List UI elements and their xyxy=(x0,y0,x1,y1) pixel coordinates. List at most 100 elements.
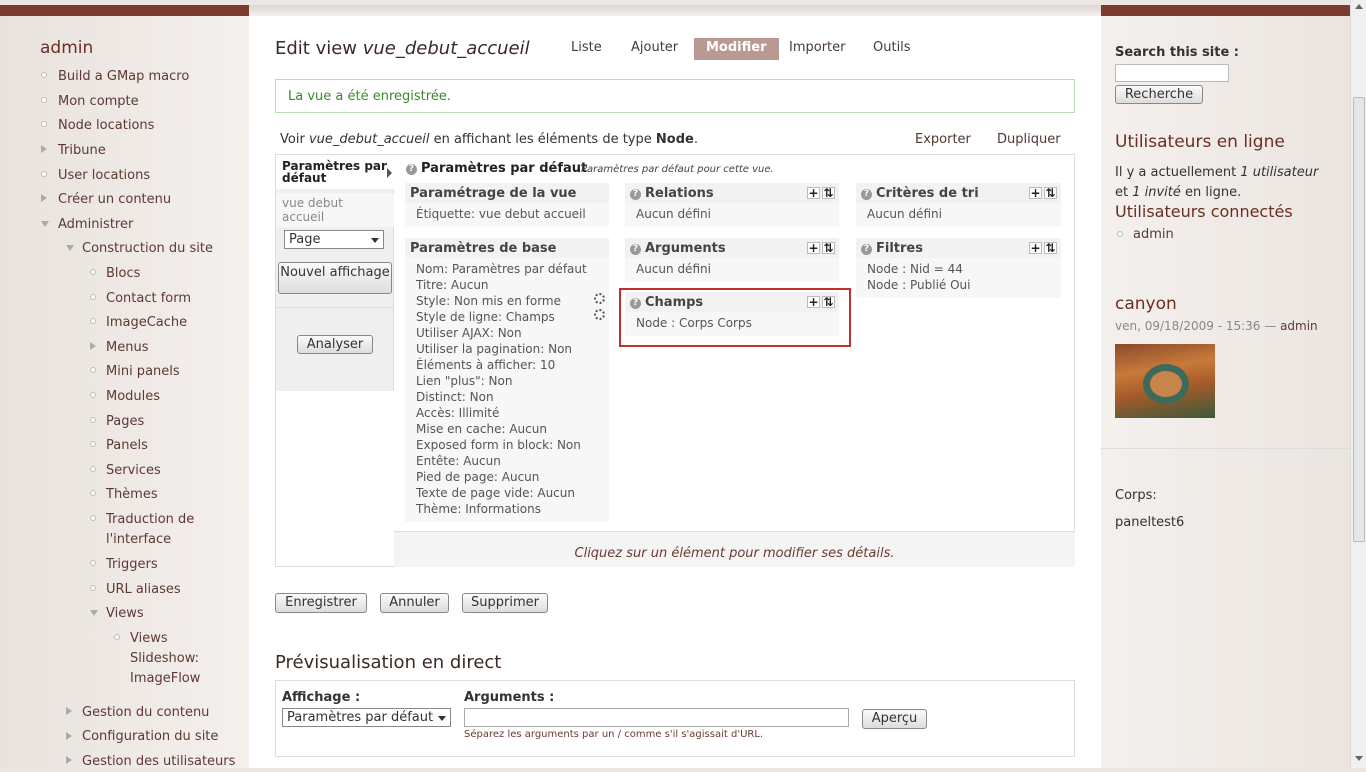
preview-button[interactable]: Aperçu xyxy=(862,709,927,729)
scroll-thumb[interactable] xyxy=(1353,97,1365,542)
sidebar-item-views-slideshow[interactable]: Views Slideshow: ImageFlow xyxy=(130,629,212,689)
add-icon[interactable]: + xyxy=(1029,242,1042,254)
setting-line[interactable]: Utiliser AJAX: Non xyxy=(416,325,598,341)
sidebar-item-menus[interactable]: Menus xyxy=(106,338,148,358)
bullet-icon xyxy=(114,634,120,640)
search-input[interactable] xyxy=(1115,64,1229,82)
sidebar-item-contact-form[interactable]: Contact form xyxy=(106,289,191,309)
delete-button[interactable]: Supprimer xyxy=(462,593,548,613)
scroll-down-icon[interactable] xyxy=(1355,756,1363,761)
sidebar-item-gestion-contenu[interactable]: Gestion du contenu xyxy=(82,703,209,723)
rearrange-icon[interactable]: ⇅ xyxy=(822,296,835,308)
online-users-count: 1 utilisateur xyxy=(1240,165,1319,180)
preview-args-input[interactable] xyxy=(464,708,849,727)
setting-line[interactable]: Texte de page vide: Aucun xyxy=(416,485,598,501)
sidebar-item-construction-du-site[interactable]: Construction du site xyxy=(82,239,213,259)
setting-line[interactable]: Nom: Paramètres par défaut xyxy=(416,261,598,277)
tab-modifier[interactable]: Modifier xyxy=(694,38,779,60)
sidebar-item-creer-contenu[interactable]: Créer un contenu xyxy=(58,190,171,210)
rearrange-icon[interactable]: ⇅ xyxy=(1044,242,1057,254)
sidebar-item-administrer[interactable]: Administrer xyxy=(58,215,133,235)
sidebar-item-gestion-utilisateurs[interactable]: Gestion des utilisateurs xyxy=(82,752,235,772)
display-tab-default[interactable]: Paramètres par défaut xyxy=(276,155,394,189)
sidebar-title: admin xyxy=(40,38,94,58)
bullet-icon xyxy=(90,441,96,447)
add-icon[interactable]: + xyxy=(807,296,820,308)
setting-line[interactable]: Node : Publié Oui xyxy=(867,277,1050,293)
canyon-image[interactable] xyxy=(1115,344,1215,418)
analyze-button[interactable]: Analyser xyxy=(297,335,373,354)
sidebar-item-blocs[interactable]: Blocs xyxy=(106,264,140,284)
defaults-title-text: Paramètres par défaut xyxy=(421,161,588,176)
setting-line[interactable]: Style: Non mis en forme xyxy=(416,293,598,309)
setting-line[interactable]: Entête: Aucun xyxy=(416,453,598,469)
add-icon[interactable]: + xyxy=(1029,187,1042,199)
sidebar-item-triggers[interactable]: Triggers xyxy=(106,555,158,575)
preview-args-hint: Séparez les arguments par un / comme s'i… xyxy=(464,729,764,740)
setting-line[interactable]: Mise en cache: Aucun xyxy=(416,421,598,437)
display-type-select[interactable]: Page xyxy=(284,230,384,249)
sidebar-item-url-aliases[interactable]: URL aliases xyxy=(106,580,181,600)
sidebar-item-tribune[interactable]: Tribune xyxy=(58,141,106,161)
bullet-icon xyxy=(90,318,96,324)
rearrange-icon[interactable]: ⇅ xyxy=(1044,187,1057,199)
duplicate-link[interactable]: Dupliquer xyxy=(997,132,1061,147)
setting-line[interactable]: Étiquette: vue debut accueil xyxy=(416,206,598,222)
vertical-scrollbar[interactable] xyxy=(1350,0,1366,768)
sidebar-item-node-locations[interactable]: Node locations xyxy=(58,116,154,136)
sidebar-item-imagecache[interactable]: ImageCache xyxy=(106,313,187,333)
tab-ajouter[interactable]: Ajouter xyxy=(619,38,690,60)
preview-form: Affichage : Paramètres par défaut Argume… xyxy=(275,680,1075,757)
post-author[interactable]: admin xyxy=(1280,319,1318,333)
display-tab-view-name[interactable]: vue debut accueil xyxy=(276,193,394,227)
page-title: Edit view vue_debut_accueil xyxy=(275,38,530,59)
panel-fields-title: ? Champs xyxy=(630,295,703,310)
preview-args-label: Arguments : xyxy=(464,690,555,705)
setting-line[interactable]: Pied de page: Aucun xyxy=(416,469,598,485)
sidebar-item-mon-compte[interactable]: Mon compte xyxy=(58,92,139,112)
views-ui-hint: Cliquez sur un élément pour modifier ses… xyxy=(394,531,1075,567)
cancel-button[interactable]: Annuler xyxy=(380,593,449,613)
scroll-up-icon[interactable] xyxy=(1355,4,1363,9)
export-link[interactable]: Exporter xyxy=(915,132,971,147)
sidebar-item-pages[interactable]: Pages xyxy=(106,412,144,432)
sidebar-item-user-locations[interactable]: User locations xyxy=(58,166,150,186)
tab-outils[interactable]: Outils xyxy=(861,38,923,60)
setting-line[interactable]: Node : Corps Corps xyxy=(636,315,828,331)
tab-importer[interactable]: Importer xyxy=(777,38,858,60)
sidebar-item-configuration[interactable]: Configuration du site xyxy=(82,727,218,747)
setting-line[interactable]: Utiliser la pagination: Non xyxy=(416,341,598,357)
sidebar-item-themes[interactable]: Thèmes xyxy=(106,485,158,505)
rearrange-icon[interactable]: ⇅ xyxy=(822,187,835,199)
gear-icon[interactable] xyxy=(594,309,605,320)
sidebar-item-mini-panels[interactable]: Mini panels xyxy=(106,362,180,382)
sidebar-item-services[interactable]: Services xyxy=(106,461,161,481)
bullet-icon xyxy=(90,515,96,521)
gear-icon[interactable] xyxy=(594,293,605,304)
sidebar-item-panels[interactable]: Panels xyxy=(106,436,148,456)
preview-display-select[interactable]: Paramètres par défaut xyxy=(282,708,451,727)
connected-user-admin[interactable]: admin xyxy=(1133,227,1174,242)
setting-line[interactable]: Éléments à afficher: 10 xyxy=(416,357,598,373)
sidebar-item-modules[interactable]: Modules xyxy=(106,387,160,407)
setting-line[interactable]: Style de ligne: Champs xyxy=(416,309,598,325)
setting-line[interactable]: Lien "plus": Non xyxy=(416,373,598,389)
setting-line[interactable]: Distinct: Non xyxy=(416,389,598,405)
add-icon[interactable]: + xyxy=(807,242,820,254)
tab-liste[interactable]: Liste xyxy=(559,38,614,60)
setting-line[interactable]: Accès: Illimité xyxy=(416,405,598,421)
setting-line[interactable]: Node : Nid = 44 xyxy=(867,261,1050,277)
sidebar-item-build-gmap-macro[interactable]: Build a GMap macro xyxy=(58,67,189,87)
post-title[interactable]: canyon xyxy=(1115,294,1177,314)
setting-line[interactable]: Thème: Informations xyxy=(416,501,598,517)
add-display-button[interactable]: Nouvel affichage xyxy=(278,262,392,294)
add-icon[interactable]: + xyxy=(807,187,820,199)
sidebar-item-traduction[interactable]: Traduction de l'interface xyxy=(106,510,216,550)
rearrange-icon[interactable]: ⇅ xyxy=(822,242,835,254)
expanded-arrow-icon xyxy=(66,245,74,251)
setting-line[interactable]: Titre: Aucun xyxy=(416,277,598,293)
search-button[interactable]: Recherche xyxy=(1115,85,1203,104)
setting-line[interactable]: Exposed form in block: Non xyxy=(416,437,598,453)
sidebar-item-views[interactable]: Views xyxy=(106,604,144,624)
save-button[interactable]: Enregistrer xyxy=(275,593,367,613)
